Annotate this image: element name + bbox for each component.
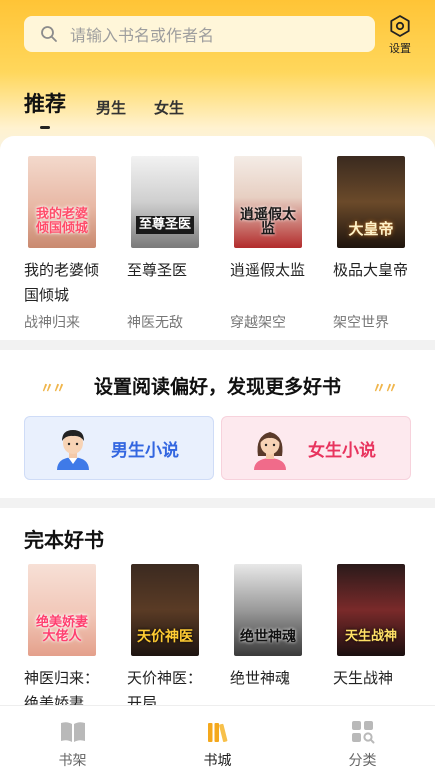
male-preference-label: 男生小说 <box>111 440 179 461</box>
nav-bookstore-label: 书城 <box>203 753 232 769</box>
search-input[interactable]: 请输入书名或作者名 <box>24 16 375 52</box>
book-category: 架空世界 <box>333 315 389 331</box>
search-icon <box>41 26 57 42</box>
nav-bookshelf-label: 书架 <box>58 753 87 769</box>
book-cover[interactable]: 绝世神魂 <box>234 564 302 656</box>
book-item[interactable]: 我的老婆倾国倾城 我的老婆倾国倾城 战神归来 <box>24 156 127 332</box>
female-preference-button[interactable]: 女生小说 <box>221 416 411 480</box>
female-preference-label: 女生小说 <box>308 440 376 461</box>
book-cover[interactable]: 绝美娇妻大佬人 <box>28 564 96 656</box>
book-category: 穿越架空 <box>230 315 286 331</box>
cover-title: 绝美娇妻大佬人 <box>35 615 88 644</box>
book-title[interactable]: 逍遥假太监 <box>230 258 312 308</box>
book-title[interactable]: 我的老婆倾国倾城 <box>24 258 106 308</box>
preference-title: 设置阅读偏好，发现更多好书 <box>93 376 341 398</box>
section-title: 完本好书 <box>24 528 104 552</box>
settings-button[interactable]: 设置 <box>382 14 418 56</box>
bookshelf-icon <box>60 722 85 742</box>
completed-books-card: 完本好书 绝美娇妻大佬人 神医归来：绝美娇妻 天价神医 天价神医：开局 绝世神魂… <box>0 508 435 712</box>
cover-title: 我的老婆倾国倾城 <box>35 207 88 236</box>
book-category: 战神归来 <box>24 315 80 331</box>
recommend-book-row: 我的老婆倾国倾城 我的老婆倾国倾城 战神归来 至尊圣医 至尊圣医 神医无敌 逍遥… <box>24 156 435 332</box>
book-cover[interactable]: 逍遥假太监 <box>234 156 302 248</box>
book-category: 神医无敌 <box>127 315 183 331</box>
category-grid-icon <box>351 721 374 744</box>
cover-title: 逍遥假太监 <box>240 207 296 237</box>
book-item[interactable]: 逍遥假太监 逍遥假太监 穿越架空 <box>230 156 333 332</box>
male-avatar-icon <box>57 430 89 470</box>
nav-category[interactable]: 分类 <box>290 706 435 775</box>
book-item[interactable]: 绝美娇妻大佬人 神医归来：绝美娇妻 <box>24 564 127 716</box>
nav-bookstore[interactable]: 书城 <box>145 706 290 775</box>
settings-label: 设置 <box>389 42 411 55</box>
male-preference-button[interactable]: 男生小说 <box>24 416 214 480</box>
book-title[interactable]: 至尊圣医 <box>127 258 209 308</box>
channel-tabs: 推荐 男生 女生 <box>24 88 212 129</box>
tab-female[interactable]: 女生 <box>154 97 184 118</box>
book-item[interactable]: 天生战神 天生战神 <box>333 564 435 716</box>
book-cover[interactable]: 我的老婆倾国倾城 <box>28 156 96 248</box>
cover-title: 天价神医 <box>137 629 193 645</box>
cover-title: 天生战神 <box>344 629 397 644</box>
book-cover[interactable]: 天价神医 <box>131 564 199 656</box>
preference-card: 〃〃 设置阅读偏好，发现更多好书 〃〃 男生小说 女生小说 <box>0 350 435 498</box>
recommend-card: 我的老婆倾国倾城 我的老婆倾国倾城 战神归来 至尊圣医 至尊圣医 神医无敌 逍遥… <box>0 136 435 340</box>
book-cover[interactable]: 天生战神 <box>337 564 405 656</box>
book-title[interactable]: 极品大皇帝 <box>333 258 415 308</box>
decor-right: 〃〃 <box>372 381 398 397</box>
search-placeholder: 请输入书名或作者名 <box>70 26 215 45</box>
bottom-nav: 书架 书城 分类 <box>0 705 435 775</box>
nav-bookshelf[interactable]: 书架 <box>0 706 145 775</box>
book-item[interactable]: 绝世神魂 绝世神魂 <box>230 564 333 716</box>
cover-title: 至尊圣医 <box>135 216 194 234</box>
settings-icon <box>390 15 410 37</box>
book-item[interactable]: 天价神医 天价神医：开局 <box>127 564 230 716</box>
nav-category-label: 分类 <box>348 753 377 769</box>
cover-title: 绝世神魂 <box>240 629 296 645</box>
book-item[interactable]: 至尊圣医 至尊圣医 神医无敌 <box>127 156 230 332</box>
completed-book-row: 绝美娇妻大佬人 神医归来：绝美娇妻 天价神医 天价神医：开局 绝世神魂 绝世神魂… <box>24 564 435 716</box>
female-avatar-icon <box>254 432 286 470</box>
book-item[interactable]: 大皇帝 极品大皇帝 架空世界 <box>333 156 435 332</box>
tab-male[interactable]: 男生 <box>96 97 126 118</box>
book-cover[interactable]: 至尊圣医 <box>131 156 199 248</box>
cover-title: 大皇帝 <box>348 220 394 238</box>
tab-recommend[interactable]: 推荐 <box>24 88 66 129</box>
book-cover[interactable]: 大皇帝 <box>337 156 405 248</box>
bookstore-icon <box>207 723 227 743</box>
